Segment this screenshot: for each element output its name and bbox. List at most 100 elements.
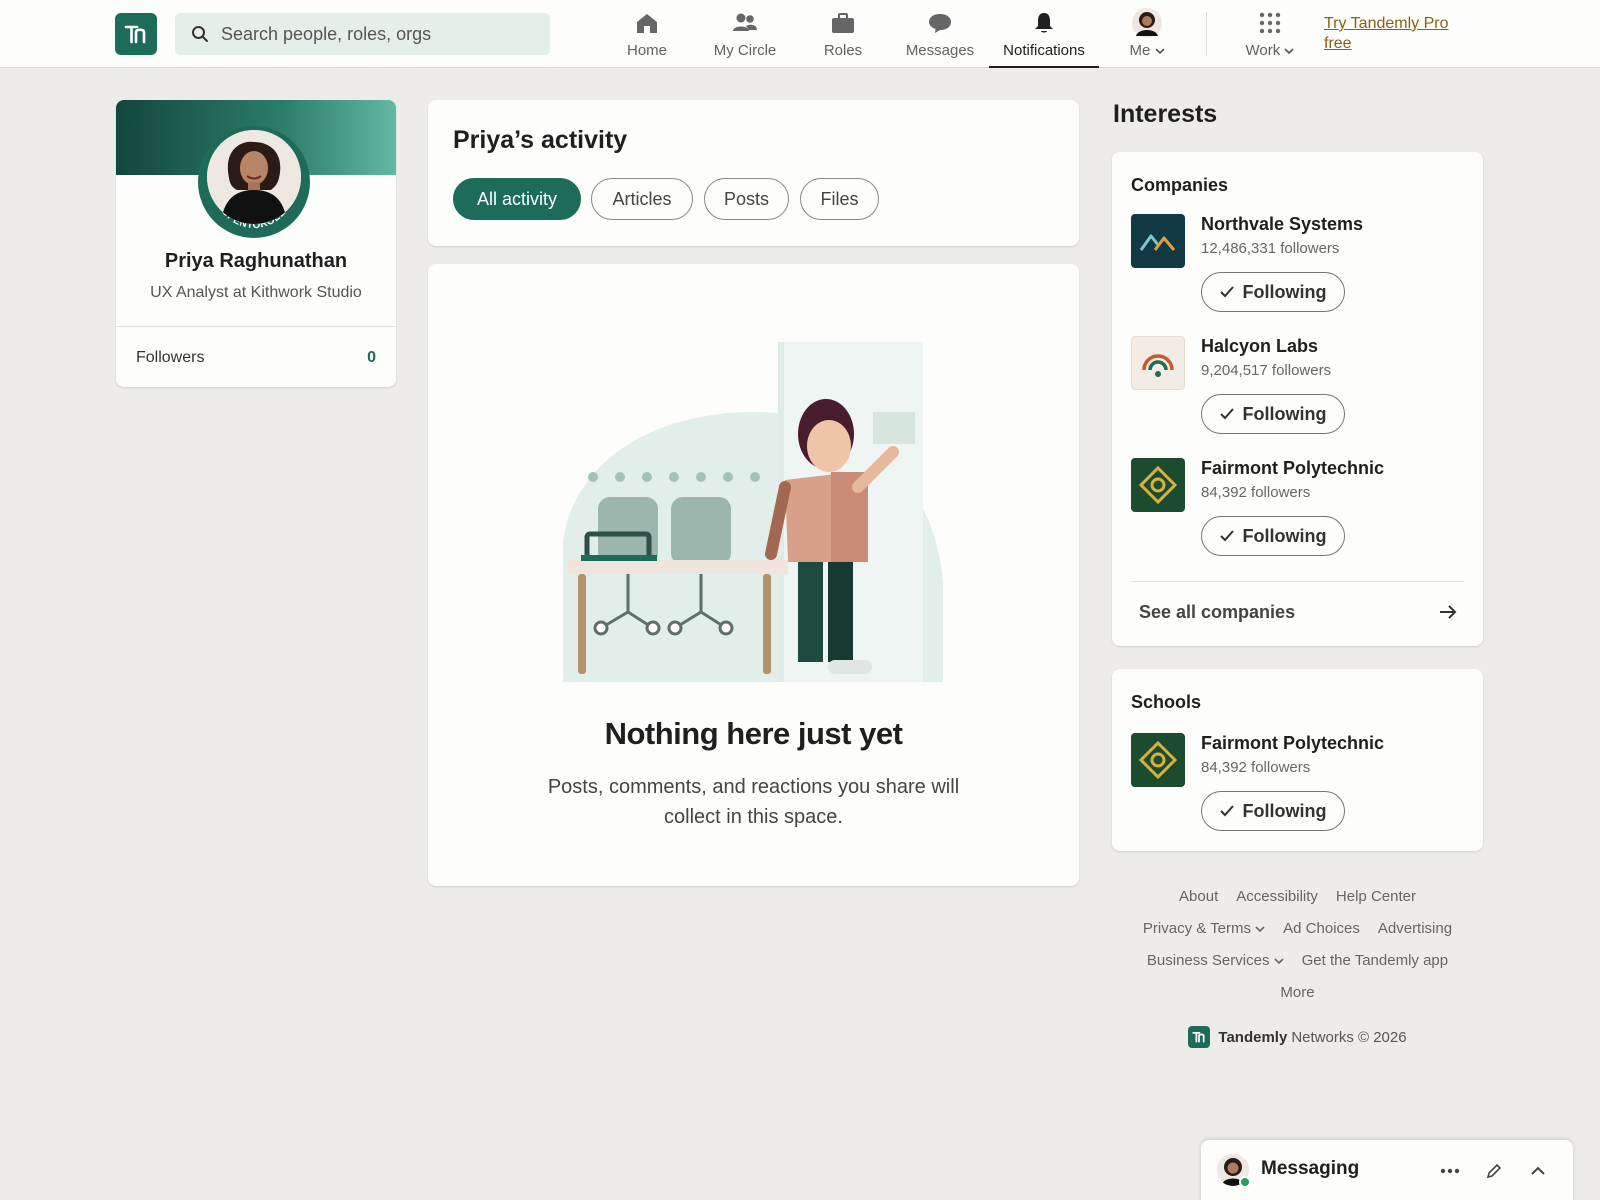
filter-all-activity[interactable]: All activity [453, 178, 581, 220]
nav-roles-label: Roles [823, 42, 863, 59]
following-button-label: Following [1242, 403, 1327, 424]
nav-home[interactable]: Home [617, 0, 677, 68]
rainbow-logo-icon [1142, 354, 1174, 377]
copyright-text: Networks © 2026 [1291, 1028, 1407, 1046]
check-icon [1219, 805, 1234, 817]
tandemly-logo[interactable] [115, 13, 157, 55]
activity-title: Priya’s activity [453, 126, 628, 154]
search-icon [192, 26, 208, 42]
chevron-down-icon [1284, 48, 1295, 55]
activity-header-card: Priya’s activity All activity Articles P… [428, 100, 1079, 246]
footer-link-about[interactable]: About [1179, 888, 1218, 905]
messaging-bar[interactable]: Messaging [1201, 1140, 1573, 1200]
check-icon [1219, 408, 1234, 420]
chevron-up-icon[interactable] [1525, 1158, 1551, 1184]
filter-files[interactable]: Files [800, 178, 879, 220]
search-input[interactable] [221, 23, 521, 45]
profile-headline: UX Analyst at Kithwork Studio [150, 284, 362, 301]
companies-heading: Companies [1131, 175, 1229, 195]
footer-link-privacy-terms-label: Privacy & Terms [1142, 919, 1251, 937]
school-followers: 84,392 followers [1201, 759, 1311, 776]
nav-notifications[interactable]: Notifications [989, 0, 1099, 68]
company-name[interactable]: Halcyon Labs [1201, 336, 1318, 357]
nav-me-text: Me [1129, 42, 1151, 59]
footer-link-accessibility[interactable]: Accessibility [1236, 888, 1318, 905]
top-nav: Home My Circle Roles Messages Notificati… [0, 0, 1600, 68]
avatar[interactable] [207, 130, 301, 224]
interests-heading: Interests [1113, 100, 1218, 128]
company-name[interactable]: Northvale Systems [1201, 214, 1363, 235]
profile-card: #OPENTOROLES Priya Raghunathan UX Analys… [116, 100, 396, 387]
people-icon [733, 13, 757, 31]
footer-link-more[interactable]: More [1280, 984, 1314, 1001]
chevron-down-icon [1255, 925, 1265, 932]
following-button-label: Following [1242, 800, 1327, 821]
nav-notifications-label: Notifications [1003, 42, 1085, 59]
nav-my-circle[interactable]: My Circle [707, 0, 783, 68]
diamond-logo-icon [1138, 740, 1178, 780]
filter-articles[interactable]: Articles [591, 178, 693, 220]
following-button[interactable]: Following [1201, 394, 1345, 434]
see-all-companies-label: See all companies [1139, 601, 1296, 622]
profile-name[interactable]: Priya Raghunathan [116, 250, 396, 273]
nav-divider [1206, 12, 1207, 56]
empty-state-body: Posts, comments, and reactions you share… [547, 776, 960, 828]
following-button[interactable]: Following [1201, 272, 1345, 312]
following-button-label: Following [1242, 281, 1327, 302]
briefcase-icon [832, 13, 854, 33]
footer-link-advertising[interactable]: Advertising [1378, 920, 1452, 937]
footer-link-get-app[interactable]: Get the Tandemly app [1302, 952, 1448, 969]
copyright-brand: Tandemly [1218, 1028, 1288, 1046]
nav-messages[interactable]: Messages [903, 0, 977, 68]
schools-card: Schools Fairmont Polytechnic 84,392 foll… [1112, 669, 1483, 851]
messaging-label: Messaging [1261, 1158, 1360, 1179]
avatar-icon [1132, 8, 1162, 38]
footer-link-ad-choices[interactable]: Ad Choices [1283, 920, 1360, 937]
copyright: Tandemly Networks © 2026 [1112, 1026, 1483, 1048]
followers-label[interactable]: Followers [136, 349, 204, 367]
nav-me[interactable]: Me [1122, 0, 1172, 68]
company-logo[interactable] [1131, 214, 1185, 268]
mountain-logo-icon [1139, 234, 1176, 251]
company-item: Fairmont Polytechnic 84,392 followers Fo… [1131, 458, 1471, 562]
nav-work[interactable]: Work [1240, 0, 1300, 68]
nav-roles[interactable]: Roles [815, 0, 871, 68]
footer-link-business-services-label: Business Services [1146, 951, 1270, 969]
see-all-companies-link[interactable]: See all companies [1139, 592, 1457, 632]
companies-card: Companies Northvale Systems 12,486,331 f… [1112, 152, 1483, 646]
company-followers: 12,486,331 followers [1201, 240, 1340, 257]
tandemly-logo-icon [124, 25, 146, 44]
try-pro-link[interactable]: Try Tandemly Pro free [1324, 14, 1464, 54]
online-status-dot [1239, 1176, 1251, 1188]
chevron-down-icon [1274, 957, 1284, 964]
following-button[interactable]: Following [1201, 516, 1345, 556]
filter-posts[interactable]: Posts [704, 178, 789, 220]
company-followers: 9,204,517 followers [1201, 362, 1332, 379]
footer-link-help-center[interactable]: Help Center [1336, 888, 1416, 905]
more-options-icon[interactable] [1437, 1158, 1463, 1184]
nav-messages-label: Messages [905, 42, 975, 59]
compose-icon[interactable] [1481, 1158, 1507, 1184]
nav-me-label: Me [1129, 42, 1165, 59]
grid-icon [1259, 12, 1281, 34]
home-icon [637, 14, 657, 33]
message-icon [929, 14, 951, 33]
followers-count[interactable]: 0 [367, 349, 376, 367]
company-logo[interactable] [1131, 458, 1185, 512]
nav-my-circle-label: My Circle [713, 42, 777, 59]
company-name[interactable]: Fairmont Polytechnic [1201, 458, 1384, 479]
search-box[interactable] [175, 13, 550, 55]
footer-links: About Accessibility Help Center Privacy … [1112, 880, 1483, 1008]
check-icon [1219, 530, 1234, 542]
footer-link-business-services[interactable]: Business Services [1147, 952, 1284, 969]
profile-photo [207, 130, 301, 224]
arrow-right-icon [1440, 605, 1457, 619]
following-button[interactable]: Following [1201, 791, 1345, 831]
footer-link-privacy-terms[interactable]: Privacy & Terms [1143, 920, 1265, 937]
empty-state-title: Nothing here just yet [604, 716, 903, 751]
tandemly-mini-logo-icon [1188, 1026, 1211, 1048]
empty-state-card: Nothing here just yet Posts, comments, a… [428, 264, 1079, 886]
company-logo[interactable] [1131, 336, 1185, 390]
school-logo[interactable] [1131, 733, 1185, 787]
school-name[interactable]: Fairmont Polytechnic [1201, 733, 1384, 754]
